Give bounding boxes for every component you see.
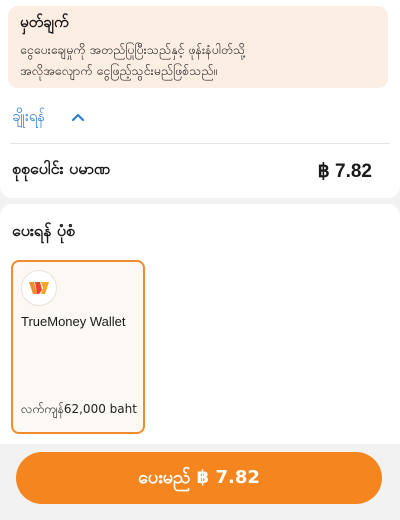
total-amount: ฿ 7.82	[317, 161, 372, 182]
note-title: မှတ်ချက်	[20, 13, 69, 31]
truemoney-logo-icon	[21, 270, 57, 306]
summary-card: မှတ်ချက် ငွေပေးချေမှုကို အတည်ပြုပြီးသည်န…	[0, 0, 400, 198]
checkout-page: မှတ်ချက် ငွေပေးချေမှုကို အတည်ပြုပြီးသည်န…	[0, 0, 400, 520]
payment-method-card: ပေးရန် ပုံစံ TrueMoney Wallet လက်ကျန်62,…	[0, 204, 400, 444]
chevron-up-icon	[72, 113, 85, 122]
discount-toggle[interactable]: ချိုးရန်	[12, 104, 87, 132]
payment-option-truemoney-wallet[interactable]: TrueMoney Wallet လက်ကျန်62,000 baht	[11, 260, 145, 434]
wallet-name: TrueMoney Wallet	[21, 314, 126, 329]
divider	[10, 143, 390, 144]
discount-label: ချိုးရန်	[12, 107, 46, 125]
note-box: မှတ်ချက် ငွေပေးချေမှုကို အတည်ပြုပြီးသည်န…	[8, 6, 388, 88]
wallet-balance: လက်ကျန်62,000 baht	[21, 402, 137, 416]
note-line-2: အလိုအလျောက် ငွေဖြည့်သွင်းမည်ဖြစ်သည်။	[20, 63, 218, 78]
total-label: စုစုပေါင်း ပမာဏ	[12, 159, 111, 178]
note-text: ငွေပေးချေမှုကို အတည်ပြုပြီးသည်နှင့် ဖုန်…	[20, 39, 380, 81]
note-line-1: ငွေပေးချေမှုကို အတည်ပြုပြီးသည်နှင့် ဖုန်…	[20, 42, 246, 57]
pay-button[interactable]: ပေးမည် ฿ 7.82	[16, 452, 382, 504]
payment-method-title: ပေးရန် ပုံစံ	[12, 221, 76, 240]
